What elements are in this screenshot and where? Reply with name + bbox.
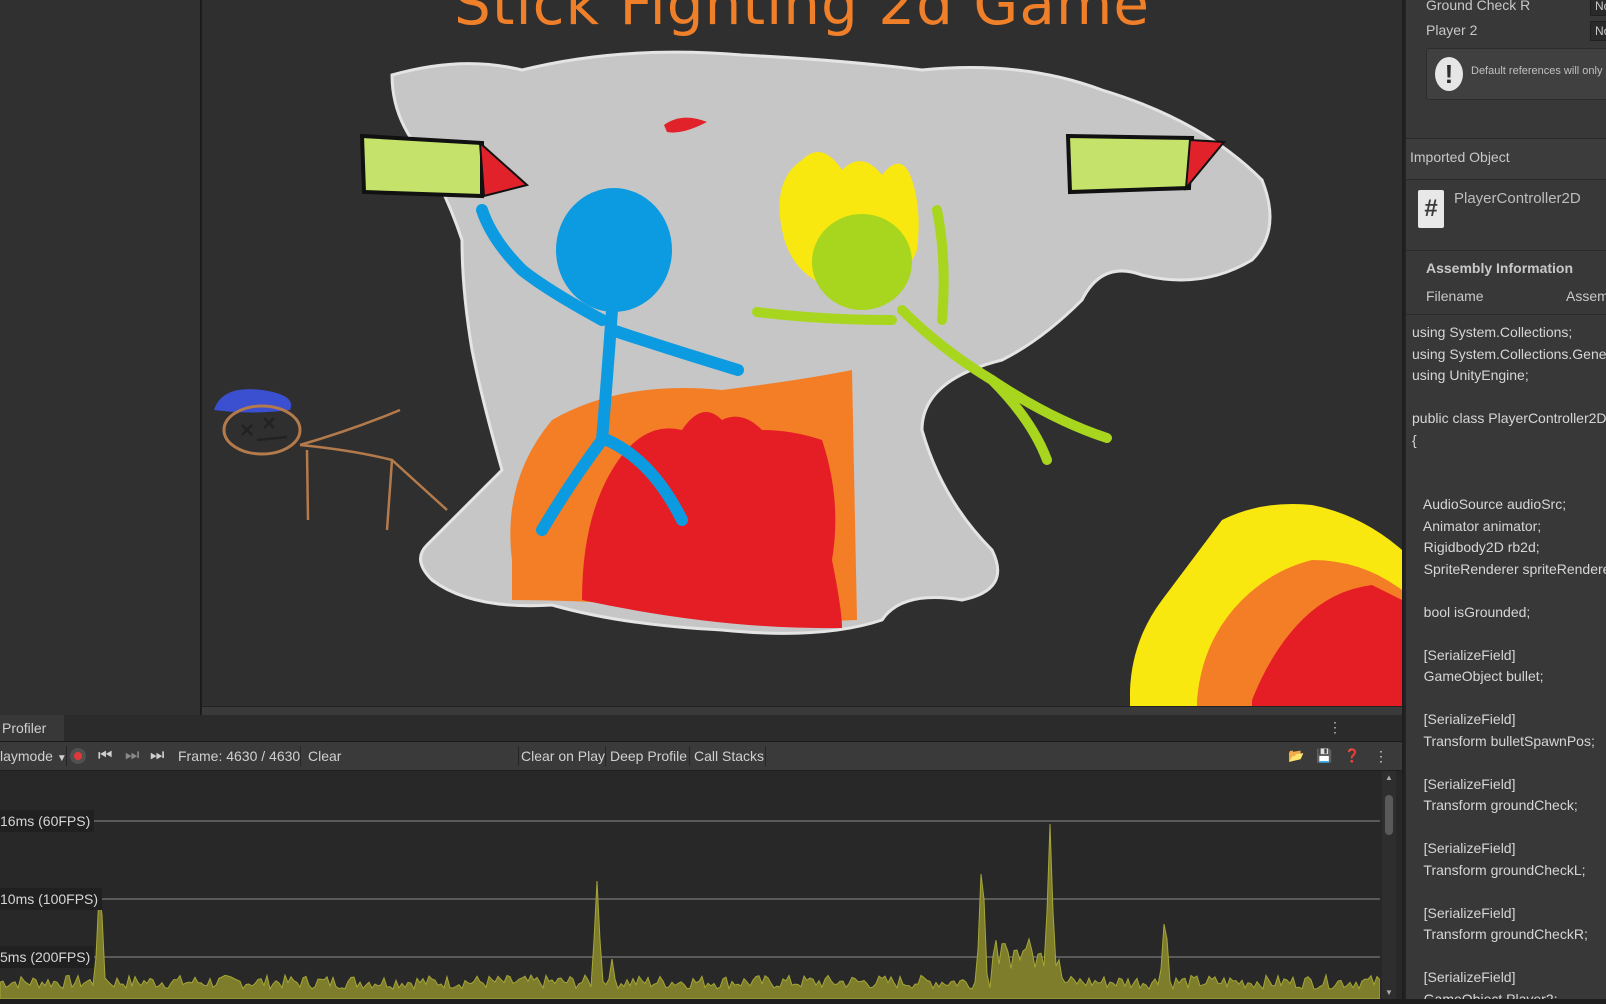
bullet-left [359, 133, 484, 199]
green-stickman-head [812, 214, 912, 310]
script-name: PlayerController2D [1454, 190, 1581, 207]
fps-label-100: 10ms (100FPS) [0, 888, 103, 910]
graph-canvas [0, 820, 1381, 1000]
field-label: Player 2 [1426, 22, 1478, 38]
divider [1406, 250, 1606, 251]
game-view[interactable]: Stick Fighting 2d Game [202, 0, 1402, 706]
script-source-code: using System.Collections; using System.C… [1412, 324, 1606, 999]
inspector-panel: Ground Check R Non Player 2 Non ! Defaul… [1404, 0, 1606, 999]
kebab-menu-icon[interactable]: ⋮ [1328, 719, 1342, 736]
inspector-row-ground-check-r: Ground Check R Non [1426, 0, 1606, 16]
scroll-up-icon[interactable]: ▲ [1385, 773, 1393, 782]
game-view-scrollbar[interactable] [202, 706, 1402, 715]
scroll-down-icon[interactable]: ▼ [1385, 988, 1393, 997]
profiler-tab-bar: Profiler ⋮ [0, 715, 1402, 742]
assembly-header: Assembly Information [1426, 260, 1574, 276]
load-icon[interactable]: 📂 [1288, 742, 1304, 770]
fps-label-200: 5ms (200FPS) [0, 946, 95, 968]
playmode-label: laymode [0, 748, 53, 764]
inspector-row-player-2: Player 2 Non [1426, 19, 1606, 41]
game-title: Stick Fighting 2d Game [453, 0, 1151, 38]
filename-value: Assem [1566, 288, 1606, 304]
record-button[interactable] [70, 748, 86, 764]
field-label: Ground Check R [1426, 0, 1531, 13]
call-stacks-toggle[interactable]: Call Stacks [694, 742, 764, 770]
object-field[interactable]: Non [1590, 21, 1606, 41]
profiler-window: Profiler ⋮ laymode ▼ ⏮ ⏭ ⏭ Frame: 4630 /… [0, 715, 1402, 1000]
step-forward-icon[interactable]: ⏭ [125, 742, 139, 770]
game-scene-artwork [214, 50, 1402, 706]
playmode-dropdown[interactable]: laymode ▼ [0, 742, 67, 770]
hierarchy-panel [0, 0, 201, 715]
clear-on-play-toggle[interactable]: Clear on Play [521, 742, 605, 770]
step-back-icon[interactable]: ⏮ [98, 742, 112, 770]
current-frame-icon[interactable]: ⏭ [150, 742, 164, 770]
blue-stickman-head [556, 188, 672, 312]
fps-label-60: 16ms (60FPS) [0, 810, 95, 832]
kebab-menu-icon[interactable]: ⋮ [1374, 742, 1388, 770]
warning-icon: ! [1435, 57, 1463, 91]
graph-area [0, 823, 1381, 1000]
deep-profile-toggle[interactable]: Deep Profile [610, 742, 687, 770]
help-text: Default references will only b [1471, 65, 1606, 77]
brown-stickman-head [222, 404, 302, 456]
filename-label: Filename [1426, 288, 1484, 304]
tab-profiler[interactable]: Profiler [0, 715, 64, 741]
help-box: ! Default references will only b [1426, 48, 1606, 100]
bullet-right [1065, 133, 1195, 195]
help-icon[interactable]: ❓ [1344, 742, 1360, 770]
object-field[interactable]: Non [1590, 0, 1606, 16]
cpu-usage-graph[interactable]: 16ms (60FPS) 10ms (100FPS) 5ms (200FPS) [0, 771, 1381, 1000]
profiler-scrollbar[interactable]: ▲ ▼ [1382, 771, 1396, 999]
profiler-toolbar: laymode ▼ ⏮ ⏭ ⏭ Frame: 4630 / 4630 Clear… [0, 742, 1402, 771]
imported-object-header[interactable]: Imported Object [1406, 138, 1606, 180]
frame-counter: Frame: 4630 / 4630 [178, 748, 301, 764]
save-icon[interactable]: 💾 [1316, 742, 1332, 770]
scrollbar-thumb[interactable] [1385, 795, 1393, 835]
divider [1406, 314, 1606, 315]
section-title: Imported Object [1410, 149, 1510, 165]
clear-button[interactable]: Clear [308, 742, 341, 770]
script-icon: # [1418, 190, 1444, 228]
